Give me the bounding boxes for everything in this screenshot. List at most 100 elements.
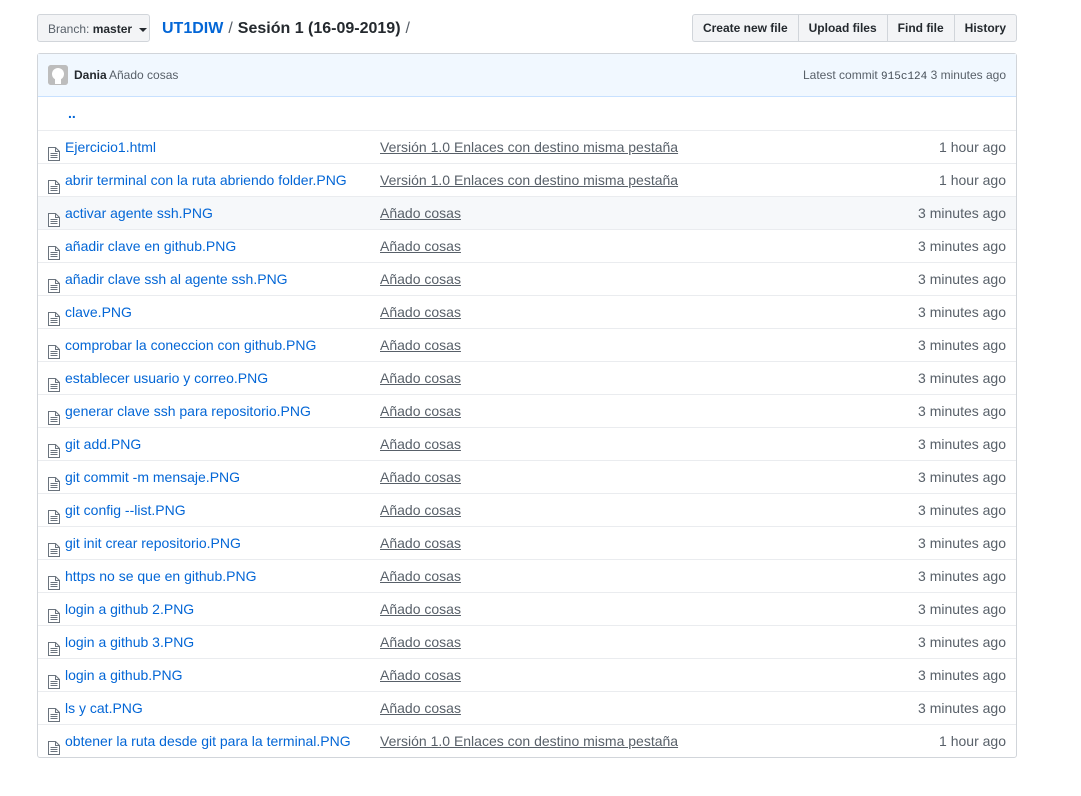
file-commit-message[interactable]: Añado cosas (380, 461, 461, 493)
file-row: Ejercicio1.html Versión 1.0 Enlaces con d… (38, 130, 1016, 163)
file-icon (48, 602, 60, 623)
file-age: 3 minutes ago (918, 238, 1006, 254)
file-row: obtener la ruta desde git para la termin… (38, 724, 1016, 757)
file-commit-message[interactable]: Añado cosas (380, 659, 461, 691)
file-age: 3 minutes ago (918, 568, 1006, 584)
file-icon (48, 206, 60, 227)
breadcrumb-separator: / (405, 20, 410, 37)
file-row: git commit -m mensaje.PNG Añado cosas 3 mi… (38, 460, 1016, 493)
file-age: 3 minutes ago (918, 535, 1006, 551)
file-commit-message[interactable]: Añado cosas (380, 494, 461, 526)
history-button[interactable]: History (953, 14, 1017, 42)
file-icon (48, 140, 60, 161)
file-age: 1 hour ago (939, 139, 1006, 155)
file-name-link[interactable]: git config --list.PNG (65, 494, 186, 526)
chevron-down-icon (139, 27, 148, 32)
file-row: añadir clave ssh al agente ssh.PNG Añado … (38, 262, 1016, 295)
find-file-button[interactable]: Find file (886, 14, 955, 42)
file-name-link[interactable]: login a github 2.PNG (65, 593, 194, 625)
create-new-file-button[interactable]: Create new file (691, 14, 799, 42)
file-commit-message[interactable]: Añado cosas (380, 560, 461, 592)
file-icon (48, 470, 60, 491)
file-commit-message[interactable]: Versión 1.0 Enlaces con destino misma pe… (380, 131, 678, 163)
file-commit-message[interactable]: Versión 1.0 Enlaces con destino misma pe… (380, 164, 678, 196)
file-name-link[interactable]: activar agente ssh.PNG (65, 197, 213, 229)
file-name-link[interactable]: git init crear repositorio.PNG (65, 527, 241, 559)
branch-select-button[interactable]: Branch: master (37, 14, 150, 42)
file-name-link[interactable]: establecer usuario y correo.PNG (65, 362, 268, 394)
file-icon (48, 338, 60, 359)
file-commit-message[interactable]: Añado cosas (380, 626, 461, 658)
file-row: ls y cat.PNG Añado cosas 3 minutes ago (38, 691, 1016, 724)
file-icon (48, 272, 60, 293)
breadcrumb-repo-link[interactable]: UT1DIW (162, 20, 223, 37)
file-row: git config --list.PNG Añado cosas 3 minute… (38, 493, 1016, 526)
file-rows: Ejercicio1.html Versión 1.0 Enlaces con d… (38, 130, 1016, 757)
file-age: 3 minutes ago (918, 271, 1006, 287)
latest-commit-info: Latest commit 915c124 3 minutes ago (803, 68, 1006, 83)
branch-label: Branch: (48, 22, 90, 36)
file-icon (48, 404, 60, 425)
commit-author[interactable]: Dania (74, 68, 107, 82)
file-name-link[interactable]: clave.PNG (65, 296, 132, 328)
file-name-link[interactable]: generar clave ssh para repositorio.PNG (65, 395, 311, 427)
file-icon (48, 437, 60, 458)
file-icon (48, 701, 60, 722)
commit-message[interactable]: Añado cosas (109, 68, 178, 82)
file-row: activar agente ssh.PNG Añado cosas 3 minut… (38, 196, 1016, 229)
file-icon (48, 734, 60, 755)
file-name-link[interactable]: git add.PNG (65, 428, 141, 460)
breadcrumb-current-folder: Sesión 1 (16-09-2019) (237, 20, 401, 37)
file-row: abrir terminal con la ruta abriendo fold… (38, 163, 1016, 196)
file-commit-message[interactable]: Añado cosas (380, 593, 461, 625)
file-row: añadir clave en github.PNG Añado cosas 3 m… (38, 229, 1016, 262)
file-commit-message[interactable]: Añado cosas (380, 362, 461, 394)
file-icon (48, 668, 60, 689)
file-commit-message[interactable]: Añado cosas (380, 296, 461, 328)
file-age: 3 minutes ago (918, 337, 1006, 353)
file-name-link[interactable]: comprobar la coneccion con github.PNG (65, 329, 316, 361)
file-name-link[interactable]: login a github.PNG (65, 659, 183, 691)
file-icon (48, 173, 60, 194)
file-commit-message[interactable]: Añado cosas (380, 527, 461, 559)
file-commit-message[interactable]: Versión 1.0 Enlaces con destino misma pe… (380, 725, 678, 757)
file-icon (48, 569, 60, 590)
file-name-link[interactable]: git commit -m mensaje.PNG (65, 461, 240, 493)
file-actions: Create new file Upload files Find file H… (691, 14, 1017, 42)
file-row: login a github 3.PNG Añado cosas 3 minutes… (38, 625, 1016, 658)
file-commit-message[interactable]: Añado cosas (380, 428, 461, 460)
commit-sha-link[interactable]: 915c124 (881, 71, 927, 83)
file-name-link[interactable]: https no se que en github.PNG (65, 560, 256, 592)
repo-toolbar: Branch: master UT1DIW / Sesión 1 (16-09-20… (37, 14, 1017, 44)
avatar[interactable] (48, 65, 68, 85)
file-commit-message[interactable]: Añado cosas (380, 197, 461, 229)
file-name-link[interactable]: añadir clave en github.PNG (65, 230, 236, 262)
file-commit-message[interactable]: Añado cosas (380, 395, 461, 427)
parent-dir-row: .. (38, 97, 1016, 130)
parent-directory-link[interactable]: .. (68, 97, 76, 129)
file-row: login a github 2.PNG Añado cosas 3 minutes… (38, 592, 1016, 625)
file-row: git add.PNG Añado cosas 3 minutes ago (38, 427, 1016, 460)
file-list: Dania Añado cosas Latest commit 915c124 … (37, 53, 1017, 758)
file-row: clave.PNG Añado cosas 3 minutes ago (38, 295, 1016, 328)
upload-files-button[interactable]: Upload files (797, 14, 888, 42)
file-row: establecer usuario y correo.PNG Añado cos… (38, 361, 1016, 394)
file-name-link[interactable]: login a github 3.PNG (65, 626, 194, 658)
file-icon (48, 371, 60, 392)
file-age: 3 minutes ago (918, 370, 1006, 386)
file-name-link[interactable]: añadir clave ssh al agente ssh.PNG (65, 263, 288, 295)
file-commit-message[interactable]: Añado cosas (380, 230, 461, 262)
file-icon (48, 239, 60, 260)
file-age: 3 minutes ago (918, 403, 1006, 419)
file-icon (48, 635, 60, 656)
file-name-link[interactable]: Ejercicio1.html (65, 131, 156, 163)
file-name-link[interactable]: abrir terminal con la ruta abriendo fold… (65, 164, 347, 196)
file-commit-message[interactable]: Añado cosas (380, 692, 461, 724)
file-name-link[interactable]: obtener la ruta desde git para la termin… (65, 725, 351, 757)
file-name-link[interactable]: ls y cat.PNG (65, 692, 143, 724)
file-age: 3 minutes ago (918, 205, 1006, 221)
file-commit-message[interactable]: Añado cosas (380, 329, 461, 361)
file-commit-message[interactable]: Añado cosas (380, 263, 461, 295)
file-row: git init crear repositorio.PNG Añado cosa… (38, 526, 1016, 559)
file-icon (48, 503, 60, 524)
